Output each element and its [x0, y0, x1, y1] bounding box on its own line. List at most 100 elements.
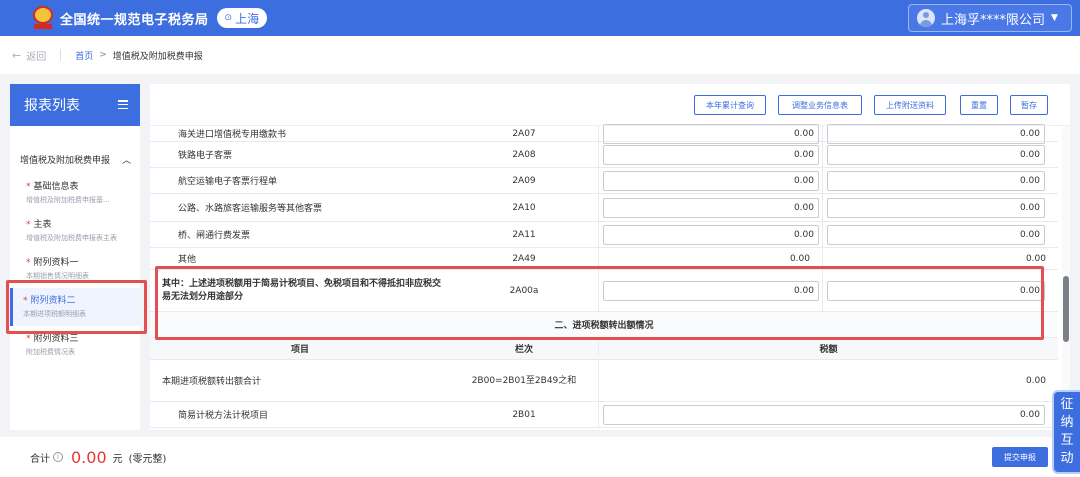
table-row: 本期进项税额转出额合计 2B00=2B01至2B49之和 0.00 [150, 360, 1058, 402]
breadcrumb-home-link[interactable]: 首页 [75, 49, 93, 62]
breadcrumb-bar: ← 返回 首页 > 增值税及附加税费申报 [0, 36, 1080, 74]
sidebar-group-label: 增值税及附加税费申报 [20, 155, 111, 166]
float-tab-char: 征 [1060, 397, 1074, 412]
avatar-icon [917, 9, 935, 27]
tax-input[interactable]: 0.00 [827, 144, 1045, 165]
amount-input[interactable]: 0.00 [603, 197, 819, 218]
amount-value: 0.00 [789, 253, 810, 264]
header-column-no: 栏次 [514, 345, 533, 355]
back-button[interactable]: ← 返回 [12, 48, 46, 63]
annual-cumulative-query-button[interactable]: 本年累计查询 [694, 95, 766, 115]
required-marker: * [26, 182, 31, 192]
vertical-scrollbar[interactable] [1062, 126, 1070, 430]
tax-input[interactable]: 0.00 [827, 170, 1045, 191]
row-column-no: 2A09 [512, 175, 536, 186]
tax-value: 0.00 [1025, 253, 1046, 264]
sidebar-item-label: 附列资料一 [33, 258, 79, 268]
reset-button[interactable]: 重置 [960, 95, 998, 115]
table-row: 海关进口增值税专用缴款书 2A07 0.00 0.00 [150, 123, 1058, 144]
location-pin-icon: ⊙ [224, 13, 233, 23]
table-row: 公路、水路旅客运输服务等其他客票 2A10 0.00 0.00 [150, 194, 1058, 222]
sidebar-item-desc: 增值税及附加税费申报表主表 [26, 234, 117, 242]
top-bar: 全国统一规范电子税务局 ⊙ 上海 上海孚****限公司 ▼ [0, 0, 1080, 36]
highlight-box-table [155, 266, 1044, 340]
upload-attachments-button[interactable]: 上传附送资料 [874, 95, 946, 115]
region-selector[interactable]: ⊙ 上海 [216, 8, 268, 28]
amount-input[interactable]: 0.00 [603, 170, 819, 191]
table-row: 航空运输电子客票行程单 2A09 0.00 0.00 [150, 168, 1058, 194]
site-title: 全国统一规范电子税务局 [60, 12, 209, 28]
tax-input[interactable]: 0.00 [827, 123, 1045, 144]
tax-interaction-float-tab[interactable]: 征 纳 互 动 [1054, 392, 1080, 472]
sidebar-item-basic-info[interactable]: * 基础信息表 增值税及附加税费申报基... [10, 174, 140, 212]
row-column-no: 2A49 [512, 253, 536, 264]
row-column-no: 2A11 [512, 229, 536, 240]
submit-declaration-button[interactable]: 提交申报 [992, 447, 1048, 467]
amount-input[interactable]: 0.00 [603, 123, 819, 144]
row-item: 桥、闸通行费发票 [178, 231, 251, 241]
row-item: 航空运输电子客票行程单 [178, 177, 278, 187]
float-tab-char: 动 [1060, 451, 1074, 466]
row-column-no: 2A10 [512, 202, 536, 213]
account-menu[interactable]: 上海孚****限公司 ▼ [908, 4, 1072, 32]
table-row: 桥、闸通行费发票 2A11 0.00 0.00 [150, 222, 1058, 248]
breadcrumb-current: 增值税及附加税费申报 [112, 51, 203, 62]
chevron-up-icon: ︿ [122, 155, 132, 166]
back-label: 返回 [26, 51, 47, 63]
sidebar-group-vat[interactable]: 增值税及附加税费申报 ︿ [10, 144, 140, 174]
table-row: 铁路电子客票 2A08 0.00 0.00 [150, 142, 1058, 168]
row-item: 本期进项税额转出额合计 [162, 377, 262, 387]
row-item: 简易计税方法计税项目 [178, 411, 269, 421]
breadcrumb-separator: > [99, 50, 107, 60]
required-marker: * [26, 220, 31, 230]
sidebar-item-label: 附列资料三 [33, 334, 79, 344]
sidebar-header: 报表列表 [10, 84, 140, 126]
total-unit: 元 [112, 453, 123, 465]
sidebar-title: 报表列表 [24, 98, 80, 114]
main-panel: 本年累计查询 调整业务信息表 上传附送资料 重置 暂存 海关进口增值税专用缴款书… [150, 84, 1070, 430]
tax-bureau-emblem-icon [32, 6, 54, 30]
total-amount-words: (零元整) [128, 453, 167, 465]
required-marker: * [26, 258, 31, 268]
row-column-no: 2B01 [512, 409, 536, 420]
tax-input[interactable]: 0.00 [827, 197, 1045, 218]
header-item: 项目 [290, 345, 309, 355]
tax-input[interactable]: 0.00 [603, 404, 1045, 425]
save-draft-button[interactable]: 暂存 [1010, 95, 1048, 115]
table-row: 简易计税方法计税项目 2B01 0.00 [150, 402, 1058, 428]
row-item: 海关进口增值税专用缴款书 [178, 130, 287, 140]
row-column-no: 2A08 [512, 149, 536, 160]
tax-input[interactable]: 0.00 [827, 224, 1045, 245]
sidebar-item-desc: 增值税及附加税费申报基... [26, 196, 110, 204]
toolbar: 本年累计查询 调整业务信息表 上传附送资料 重置 暂存 [150, 84, 1070, 126]
arrow-left-icon: ← [12, 48, 22, 62]
report-list-sidebar: 报表列表 增值税及附加税费申报 ︿ * 基础信息表 增值税及附加税费申报基... … [10, 84, 140, 430]
float-tab-char: 纳 [1060, 415, 1074, 430]
chevron-down-icon: ▼ [1051, 13, 1058, 23]
sidebar-item-label: 主表 [33, 220, 52, 230]
scrollbar-thumb[interactable] [1063, 276, 1069, 342]
sidebar-item-label: 基础信息表 [33, 182, 79, 192]
highlight-box-sidebar [6, 280, 147, 334]
required-marker: * [26, 334, 31, 344]
sidebar-item-main-form[interactable]: * 主表 增值税及附加税费申报表主表 [10, 212, 140, 250]
info-icon[interactable]: i [53, 452, 63, 462]
divider [60, 49, 62, 61]
total-label: 合计 [30, 453, 50, 465]
amount-input[interactable]: 0.00 [603, 144, 819, 165]
collapse-menu-icon[interactable] [118, 100, 128, 110]
row-column-no: 2A07 [512, 128, 536, 139]
table-header: 项目 栏次 税额 [150, 338, 1058, 360]
account-name: 上海孚****限公司 [941, 12, 1046, 28]
adjust-business-info-button[interactable]: 调整业务信息表 [778, 95, 862, 115]
float-tab-char: 互 [1060, 433, 1074, 448]
header-tax: 税额 [598, 342, 1058, 355]
row-item: 其他 [178, 255, 197, 265]
footer-bar: 合计 i 0.00 元 (零元整) 提交申报 [0, 437, 1080, 477]
amount-input[interactable]: 0.00 [603, 224, 819, 245]
row-item: 铁路电子客票 [178, 151, 233, 161]
region-label: 上海 [235, 11, 260, 26]
row-column-no: 2B00=2B01至2B49之和 [471, 375, 577, 386]
total-amount: 0.00 [71, 447, 107, 467]
tax-value: 0.00 [1025, 375, 1046, 386]
